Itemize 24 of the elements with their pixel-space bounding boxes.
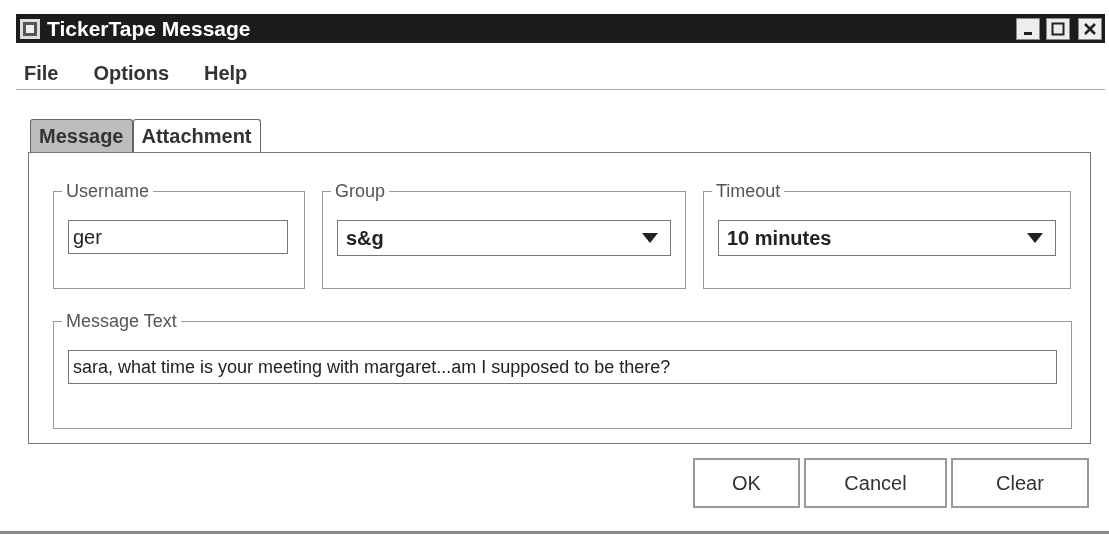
menu-item[interactable]: Help (194, 61, 273, 85)
window-title: TickerTape Message (47, 16, 252, 41)
dropdown[interactable]: 10 minutes (718, 220, 1056, 256)
dialog-button[interactable]: Clear (951, 458, 1089, 508)
group-label: Message Text (62, 311, 181, 332)
minimize-button[interactable] (1016, 17, 1040, 40)
message-field[interactable]: sara, what time is your meeting with margaret...am I supposed to be there? (68, 350, 1057, 384)
minimize-icon (1024, 31, 1032, 35)
username-field[interactable]: ger (68, 220, 288, 254)
app-icon (19, 17, 41, 40)
close-icon (1083, 21, 1097, 36)
maximize-icon (1051, 21, 1065, 36)
dropdown-arrow-icon (642, 233, 658, 243)
group-label: Group (331, 181, 390, 202)
menu-item[interactable]: Options (83, 61, 194, 85)
dropdown-arrow-icon (1027, 233, 1043, 243)
maximize-button[interactable] (1046, 17, 1070, 40)
tab[interactable]: Attachment (132, 119, 261, 152)
menu-item[interactable]: File (16, 61, 84, 85)
dropdown[interactable]: s&g (337, 220, 671, 256)
dialog-button[interactable]: OK (693, 458, 800, 508)
close-button[interactable] (1078, 17, 1102, 40)
tab[interactable]: Message (30, 119, 133, 152)
dialog-button[interactable]: Cancel (804, 458, 947, 508)
